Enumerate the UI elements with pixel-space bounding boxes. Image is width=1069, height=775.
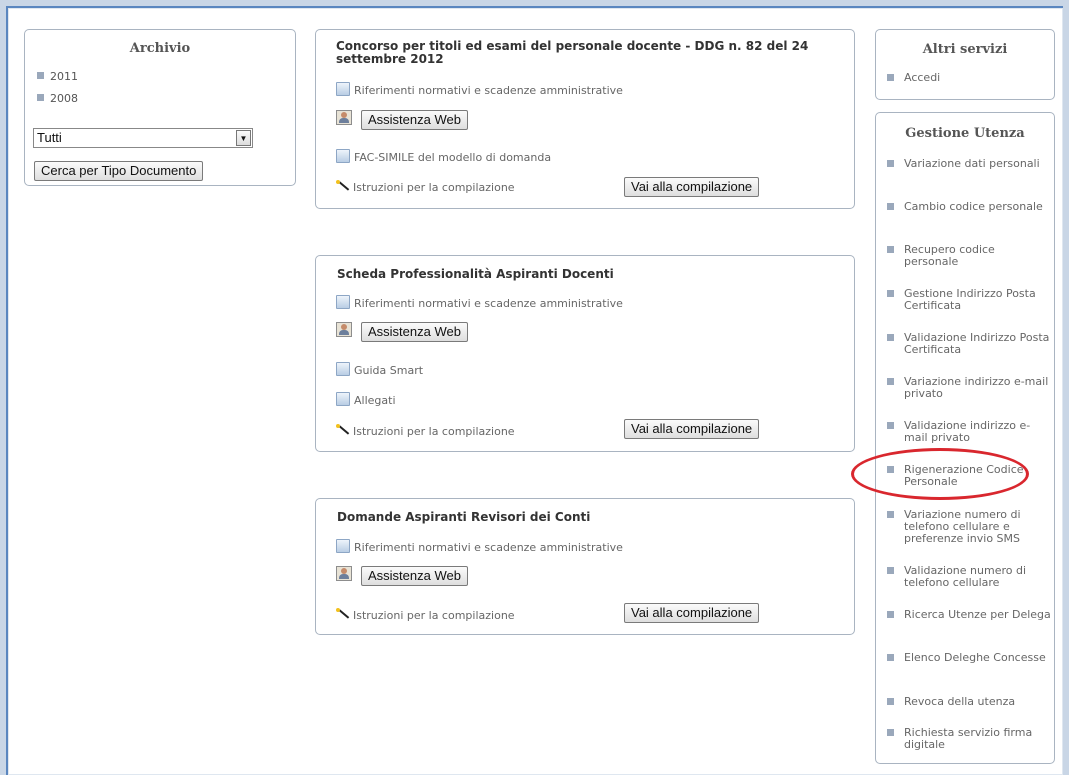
accedi-link[interactable]: Accedi	[887, 72, 1052, 84]
bullet-icon	[887, 654, 894, 661]
bullet-icon	[887, 611, 894, 618]
gu-item-ricerca-deleghe[interactable]: Ricerca Utenze per Delega	[887, 609, 1052, 621]
assistenza-web-button[interactable]: Assistenza Web	[361, 566, 468, 586]
riferimenti-link[interactable]: Riferimenti normativi e scadenze amminis…	[336, 539, 623, 554]
bullet-icon	[887, 511, 894, 518]
archive-year-2008[interactable]: 2008	[37, 88, 78, 110]
concorso-panel: Domande Aspiranti Revisori dei Conti Rif…	[315, 498, 855, 635]
document-icon	[336, 149, 350, 163]
concorso-panel: Concorso per titoli ed esami del persona…	[315, 29, 855, 209]
bullet-icon	[887, 378, 894, 385]
istruzioni-link[interactable]: Istruzioni per la compilazione	[336, 424, 515, 438]
bullet-icon	[887, 698, 894, 705]
gu-item-variazione-dati[interactable]: Variazione dati personali	[887, 158, 1052, 170]
gu-item-elenco-deleghe[interactable]: Elenco Deleghe Concesse	[887, 652, 1052, 664]
gu-item-revoca-utenza[interactable]: Revoca della utenza	[887, 696, 1052, 708]
assistenza-web-button[interactable]: Assistenza Web	[361, 110, 468, 130]
altri-servizi-panel: Altri servizi Accedi	[875, 29, 1055, 100]
bullet-icon	[887, 729, 894, 736]
vai-alla-compilazione-button[interactable]: Vai alla compilazione	[624, 419, 760, 439]
vai-alla-compilazione-button[interactable]: Vai alla compilazione	[624, 603, 760, 623]
riferimenti-link[interactable]: Riferimenti normativi e scadenze amminis…	[336, 295, 623, 310]
bullet-icon	[887, 567, 894, 574]
document-link[interactable]: Allegati	[336, 392, 396, 407]
gu-item-cambio-codice[interactable]: Cambio codice personale	[887, 201, 1052, 213]
gu-item-validazione-cellulare[interactable]: Validazione numero di telefono cellulare	[887, 565, 1052, 589]
gu-item-firma-digitale[interactable]: Richiesta servizio firma digitale	[887, 727, 1052, 751]
bullet-icon	[887, 246, 894, 253]
search-by-document-type-button[interactable]: Cerca per Tipo Documento	[34, 161, 204, 181]
concorso-title: Scheda Professionalità Aspiranti Docenti	[337, 267, 614, 281]
bullet-icon	[887, 334, 894, 341]
istruzioni-link[interactable]: Istruzioni per la compilazione	[336, 180, 515, 194]
document-link[interactable]: Guida Smart	[336, 362, 423, 377]
gestione-utenza-title: Gestione Utenza	[905, 126, 1025, 141]
gestione-utenza-panel: Gestione Utenza Variazione dati personal…	[875, 112, 1055, 764]
support-person-icon	[336, 322, 352, 337]
gu-item-variazione-cellulare[interactable]: Variazione numero di telefono cellulare …	[887, 509, 1052, 545]
gu-item-gestione-pec[interactable]: Gestione Indirizzo Posta Certificata	[887, 288, 1052, 312]
bullet-icon	[37, 94, 44, 101]
assistenza-web-button[interactable]: Assistenza Web	[361, 322, 468, 342]
archive-year-2011[interactable]: 2011	[37, 66, 78, 88]
chevron-down-icon[interactable]: ▼	[236, 130, 251, 146]
bullet-icon	[887, 422, 894, 429]
magic-wand-icon	[336, 608, 350, 620]
document-icon	[336, 295, 350, 309]
document-type-select[interactable]: Tutti ▼	[33, 128, 253, 148]
vai-alla-compilazione-button[interactable]: Vai alla compilazione	[624, 177, 760, 197]
support-person-icon	[336, 566, 352, 581]
document-link[interactable]: FAC-SIMILE del modello di domanda	[336, 149, 551, 164]
concorso-panel: Scheda Professionalità Aspiranti Docenti…	[315, 255, 855, 452]
gu-item-recupero-codice[interactable]: Recupero codice personale	[887, 244, 1052, 268]
concorso-title: Domande Aspiranti Revisori dei Conti	[337, 510, 591, 524]
bullet-icon	[887, 160, 894, 167]
altri-servizi-title: Altri servizi	[922, 42, 1008, 57]
bullet-icon	[37, 72, 44, 79]
magic-wand-icon	[336, 180, 350, 192]
magic-wand-icon	[336, 424, 350, 436]
bullet-icon	[887, 203, 894, 210]
bullet-icon	[887, 290, 894, 297]
document-icon	[336, 539, 350, 553]
riferimenti-link[interactable]: Riferimenti normativi e scadenze amminis…	[336, 82, 623, 97]
concorso-title: Concorso per titoli ed esami del persona…	[336, 39, 809, 66]
highlight-oval	[851, 448, 1029, 500]
document-icon	[336, 392, 350, 406]
archivio-panel: Archivio 2011 2008 Tutti ▼ Cerca per Tip…	[24, 29, 296, 186]
gu-item-validazione-pec[interactable]: Validazione Indirizzo Posta Certificata	[887, 332, 1052, 356]
istruzioni-link[interactable]: Istruzioni per la compilazione	[336, 608, 515, 622]
document-icon	[336, 362, 350, 376]
gu-item-variazione-email[interactable]: Variazione indirizzo e-mail privato	[887, 376, 1052, 400]
archivio-title: Archivio	[129, 41, 191, 56]
support-person-icon	[336, 110, 352, 125]
gu-item-validazione-email[interactable]: Validazione indirizzo e-mail privato	[887, 420, 1052, 444]
bullet-icon	[887, 74, 894, 81]
document-icon	[336, 82, 350, 96]
